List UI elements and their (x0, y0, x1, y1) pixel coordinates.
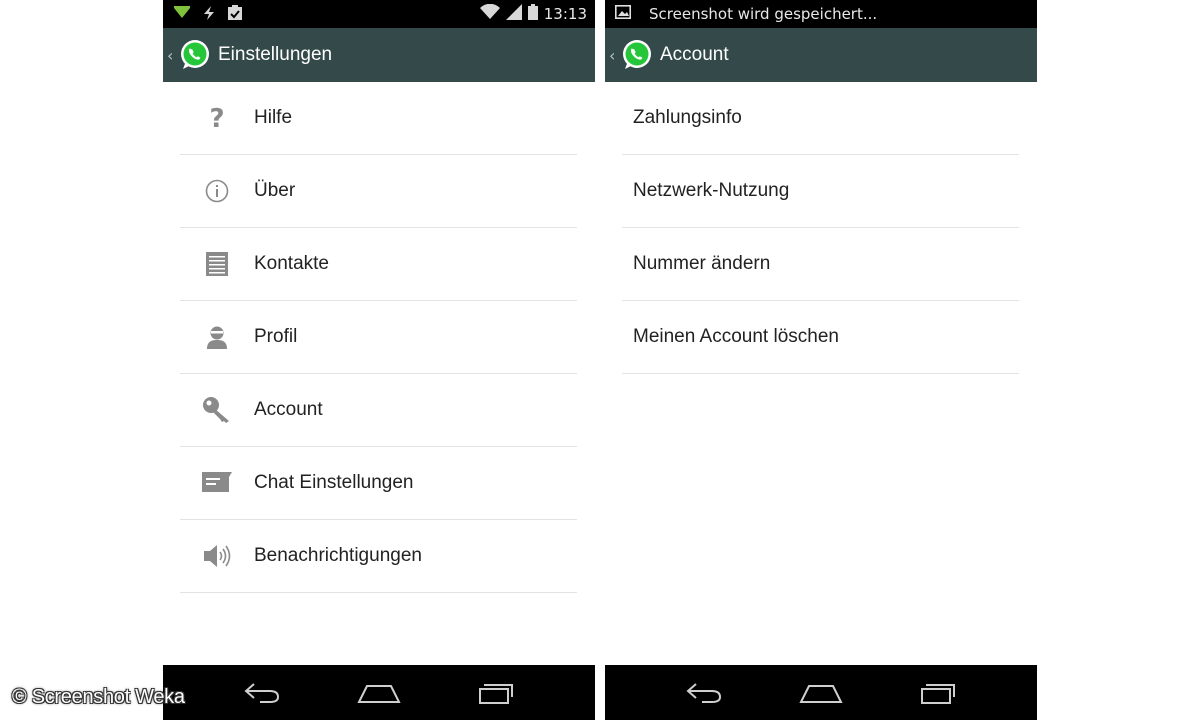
svg-text:?: ? (209, 105, 224, 131)
settings-list: ? Hilfe Über Kontakte Profil Account Cha… (180, 82, 577, 593)
account-item-network-usage[interactable]: Netzwerk-Nutzung (622, 155, 1019, 228)
battery-icon (527, 4, 538, 24)
account-item-change-number[interactable]: Nummer ändern (622, 228, 1019, 301)
settings-item-profile[interactable]: Profil (180, 301, 577, 374)
key-icon (180, 396, 254, 424)
profile-icon (180, 325, 254, 349)
settings-item-label: Account (254, 399, 323, 420)
home-button[interactable] (349, 673, 409, 713)
settings-item-notifications[interactable]: Benachrichtigungen (180, 520, 577, 593)
back-button[interactable] (674, 673, 734, 713)
screen-title: Einstellungen (218, 44, 333, 65)
account-item-delete-account[interactable]: Meinen Account löschen (622, 301, 1019, 374)
settings-item-help[interactable]: ? Hilfe (180, 82, 577, 155)
clipboard-check-icon (227, 4, 243, 25)
home-button[interactable] (791, 673, 851, 713)
info-icon (180, 179, 254, 203)
screen-title: Account (660, 44, 729, 65)
account-list: Zahlungsinfo Netzwerk-Nutzung Nummer änd… (622, 82, 1019, 374)
settings-item-label: Kontakte (254, 253, 329, 274)
settings-item-label: Benachrichtigungen (254, 545, 422, 566)
watermark: © Screenshot Weka (12, 686, 185, 708)
help-icon: ? (180, 105, 254, 131)
account-item-payment-info[interactable]: Zahlungsinfo (622, 82, 1019, 155)
settings-item-account[interactable]: Account (180, 374, 577, 447)
settings-screen: 13:13 ‹ Einstellungen ? Hilfe Über Konta… (163, 0, 595, 720)
action-bar: ‹ Account (605, 28, 1037, 82)
settings-item-label: Profil (254, 326, 298, 347)
clock: 13:13 (543, 5, 587, 23)
wifi-icon (479, 3, 500, 24)
signal-icon (505, 4, 522, 24)
back-button[interactable] (232, 673, 292, 713)
settings-item-label: Hilfe (254, 107, 293, 128)
account-item-label: Nummer ändern (633, 253, 771, 274)
recent-apps-button[interactable] (466, 673, 526, 713)
account-item-label: Meinen Account löschen (633, 326, 839, 347)
settings-item-chat-settings[interactable]: Chat Einstellungen (180, 447, 577, 520)
download-notification-icon (173, 5, 191, 24)
settings-item-contacts[interactable]: Kontakte (180, 228, 577, 301)
charging-icon (201, 5, 217, 25)
status-bar: Screenshot wird gespeichert... (605, 0, 1037, 28)
back-chevron-icon[interactable]: ‹ (609, 46, 619, 65)
account-item-label: Zahlungsinfo (633, 107, 742, 128)
speaker-icon (180, 543, 254, 569)
notification-text: Screenshot wird gespeichert... (649, 5, 878, 23)
back-chevron-icon[interactable]: ‹ (167, 46, 177, 65)
recent-apps-button[interactable] (908, 673, 968, 713)
status-bar: 13:13 (163, 0, 595, 28)
contacts-icon (180, 252, 254, 276)
account-screen: Screenshot wird gespeichert... ‹ Account… (605, 0, 1037, 720)
settings-item-label: Chat Einstellungen (254, 472, 414, 493)
navigation-bar (163, 665, 595, 720)
whatsapp-logo-icon[interactable] (178, 38, 212, 72)
settings-item-about[interactable]: Über (180, 155, 577, 228)
chat-icon (180, 472, 254, 494)
navigation-bar (605, 665, 1037, 720)
action-bar: ‹ Einstellungen (163, 28, 595, 82)
account-item-label: Netzwerk-Nutzung (633, 180, 790, 201)
settings-item-label: Über (254, 180, 296, 201)
image-notification-icon (615, 4, 631, 24)
whatsapp-logo-icon[interactable] (620, 38, 654, 72)
